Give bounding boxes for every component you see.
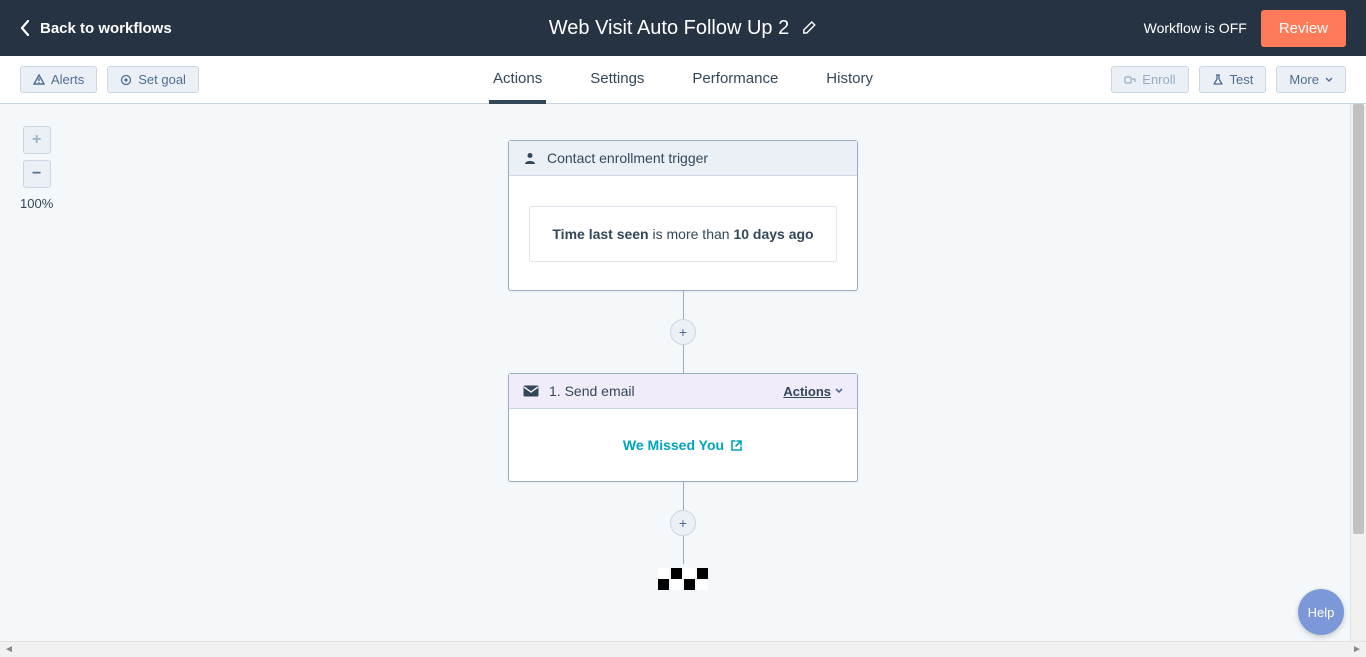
send-email-card[interactable]: 1. Send email Actions We Missed You: [508, 373, 858, 482]
help-button[interactable]: Help: [1298, 589, 1344, 635]
send-email-header-label: 1. Send email: [549, 383, 635, 399]
back-label: Back to workflows: [40, 20, 172, 37]
card-actions-label: Actions: [783, 384, 831, 399]
vertical-scrollbar[interactable]: [1350, 104, 1366, 641]
set-goal-button[interactable]: Set goal: [107, 66, 199, 93]
zoom-out-button[interactable]: −: [23, 160, 51, 188]
tab-settings[interactable]: Settings: [586, 56, 648, 104]
more-label: More: [1289, 72, 1319, 87]
add-action-button[interactable]: +: [670, 510, 696, 536]
pencil-icon: [801, 19, 817, 35]
trigger-card-body: Time last seen is more than 10 days ago: [509, 176, 857, 290]
alerts-button[interactable]: Alerts: [20, 66, 97, 93]
workflow-status: Workflow is OFF: [1144, 20, 1247, 36]
alert-icon: [33, 74, 45, 86]
test-button[interactable]: Test: [1199, 66, 1267, 93]
connector-line: [683, 345, 684, 373]
tab-strip: Actions Settings Performance History: [489, 56, 877, 103]
add-action-button[interactable]: +: [670, 319, 696, 345]
scroll-left-arrow[interactable]: ◄: [2, 643, 16, 657]
set-goal-label: Set goal: [138, 72, 186, 87]
card-actions-dropdown[interactable]: Actions: [783, 384, 843, 399]
tab-performance[interactable]: Performance: [688, 56, 782, 104]
enroll-button[interactable]: Enroll: [1111, 66, 1188, 93]
connector-line: [683, 536, 684, 564]
review-button[interactable]: Review: [1261, 10, 1346, 47]
more-button[interactable]: More: [1276, 66, 1346, 93]
trigger-condition[interactable]: Time last seen is more than 10 days ago: [529, 206, 837, 262]
email-icon: [523, 385, 539, 397]
target-icon: [120, 74, 132, 86]
sub-toolbar: Alerts Set goal Actions Settings Perform…: [0, 56, 1366, 104]
trigger-value: 10 days ago: [733, 226, 813, 242]
flask-icon: [1212, 74, 1224, 86]
chevron-left-icon: [20, 20, 30, 36]
workflow-end-marker: [658, 568, 708, 579]
send-email-body: We Missed You: [509, 409, 857, 481]
trigger-operator: is more than: [649, 226, 734, 242]
alerts-label: Alerts: [51, 72, 84, 87]
top-right-controls: Workflow is OFF Review: [1144, 10, 1346, 47]
help-label: Help: [1308, 605, 1335, 620]
email-template-link[interactable]: We Missed You: [623, 437, 743, 453]
connector-line: [683, 291, 684, 319]
subbar-right: Enroll Test More: [1111, 66, 1346, 93]
contact-icon: [523, 151, 537, 165]
scroll-right-arrow[interactable]: ►: [1350, 643, 1364, 657]
zoom-percent: 100%: [20, 196, 53, 211]
trigger-header-label: Contact enrollment trigger: [547, 150, 708, 166]
connector-line: [683, 482, 684, 510]
workflow-title-wrap: Web Visit Auto Follow Up 2: [549, 17, 818, 40]
trigger-property: Time last seen: [552, 226, 648, 242]
top-bar: Back to workflows Web Visit Auto Follow …: [0, 0, 1366, 56]
enroll-icon: [1124, 74, 1136, 86]
test-label: Test: [1230, 72, 1254, 87]
enrollment-trigger-card[interactable]: Contact enrollment trigger Time last see…: [508, 140, 858, 291]
workflow-title: Web Visit Auto Follow Up 2: [549, 17, 790, 40]
caret-down-icon: [835, 388, 843, 394]
caret-down-icon: [1325, 77, 1333, 83]
workflow-end-marker: [658, 579, 708, 590]
workflow-flow: Contact enrollment trigger Time last see…: [508, 104, 858, 590]
trigger-card-header: Contact enrollment trigger: [509, 141, 857, 176]
horizontal-scrollbar[interactable]: ◄ ►: [0, 641, 1366, 657]
zoom-in-button[interactable]: +: [23, 126, 51, 154]
email-template-name: We Missed You: [623, 437, 724, 453]
tab-history[interactable]: History: [822, 56, 877, 104]
zoom-controls: + − 100%: [20, 126, 53, 211]
edit-title-button[interactable]: [801, 19, 817, 38]
enroll-label: Enroll: [1142, 72, 1175, 87]
tab-actions[interactable]: Actions: [489, 56, 546, 104]
subbar-left: Alerts Set goal: [20, 66, 199, 93]
back-to-workflows-link[interactable]: Back to workflows: [20, 20, 172, 37]
workflow-canvas[interactable]: + − 100% Contact enrollment trigger Time…: [0, 104, 1366, 657]
send-email-header: 1. Send email Actions: [509, 374, 857, 409]
external-link-icon: [730, 439, 743, 452]
